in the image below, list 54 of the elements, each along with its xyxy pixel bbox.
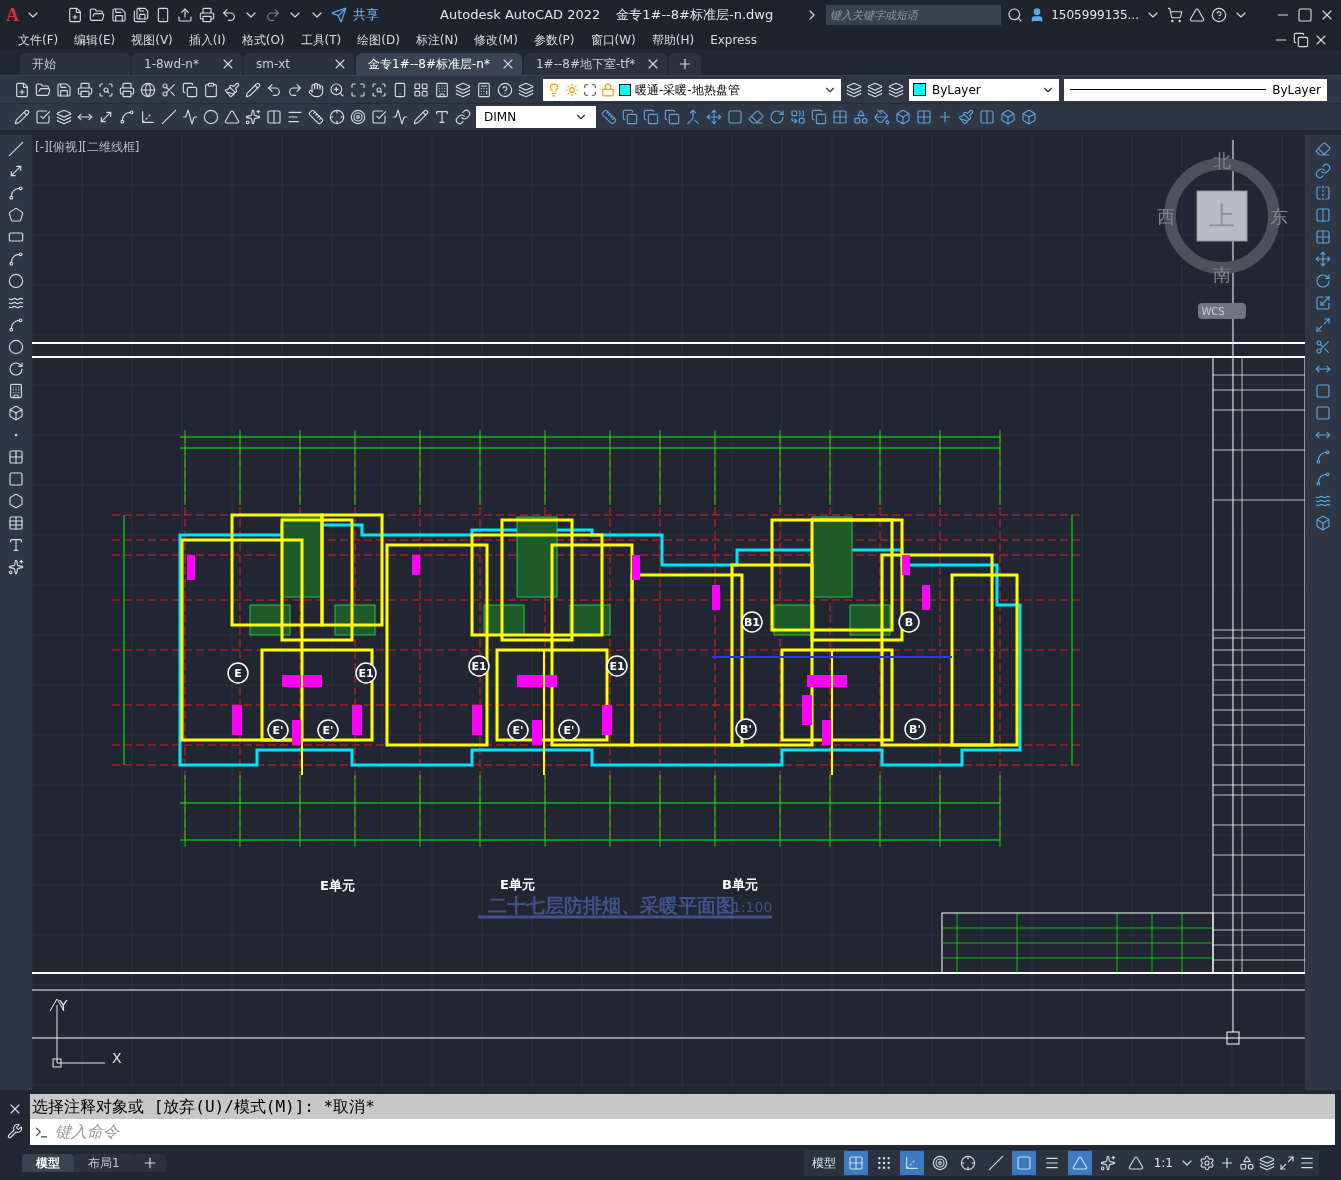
share-link[interactable]: 共享 [353, 5, 379, 25]
unit-label: B单元 [722, 877, 758, 892]
west-label[interactable]: 西 [1157, 206, 1175, 227]
scale-button[interactable]: 1:1 [1151, 1154, 1175, 1172]
menu-item[interactable]: 工具(T) [294, 31, 348, 49]
linetype-dropdown[interactable]: ByLayer [1064, 78, 1327, 101]
menu-item[interactable]: 格式(O) [235, 31, 291, 49]
color-dropdown[interactable]: ByLayer [909, 78, 1059, 101]
axis-marker: E1 [355, 662, 377, 684]
menu-item[interactable]: 编辑(E) [68, 31, 122, 49]
y-axis-label: Y [59, 997, 68, 1013]
command-history: 选择注释对象或 [放弃(U)/模式(M)]: *取消* [30, 1094, 1335, 1119]
user-name[interactable]: 1505999135... [1051, 6, 1139, 24]
unit-label: E单元 [500, 877, 535, 892]
file-name: 金专1#--8#标准层-n.dwg [616, 6, 774, 25]
dimension-style-dropdown[interactable]: DIMN [476, 106, 596, 128]
layout-tab[interactable]: 模型 [22, 1154, 74, 1172]
south-label[interactable]: 南 [1213, 264, 1231, 285]
unit-label: E单元 [320, 878, 355, 893]
menu-item[interactable]: 帮助(H) [645, 31, 701, 49]
menu-item[interactable]: 文件(F) [12, 31, 65, 49]
axis-marker: B [898, 611, 920, 633]
drawing-title: 二十七层防排烟、采暖平面图 [488, 894, 735, 916]
app-title: Autodesk AutoCAD 2022 [440, 6, 601, 25]
axis-marker: E' [267, 719, 289, 741]
menu-item[interactable]: 视图(V) [125, 31, 179, 49]
menu-item[interactable]: 绘图(D) [351, 31, 406, 49]
drawing-scale: 1:100 [732, 899, 773, 915]
menu-item[interactable]: 窗口(W) [584, 31, 642, 49]
axis-marker: E1 [468, 655, 490, 677]
axis-marker: E' [558, 719, 580, 741]
axis-marker: B' [904, 718, 926, 740]
axis-marker: B1 [741, 611, 763, 633]
axis-marker: E [227, 662, 249, 684]
axis-marker: B' [735, 718, 757, 740]
document-tab[interactable]: 金专1#--8#标准层-n* [356, 53, 522, 75]
document-tab[interactable]: sm-xt [244, 53, 354, 75]
x-axis-label: X [112, 1050, 122, 1066]
menu-item[interactable]: 插入(I) [182, 31, 232, 49]
document-tab[interactable]: 开始 [20, 53, 130, 75]
viewport-controls[interactable]: [-][俯视][二维线框] [35, 138, 140, 156]
space-button[interactable]: 模型 [807, 1154, 840, 1172]
menu-item[interactable]: 标注(N) [409, 31, 465, 49]
axis-marker: E' [317, 719, 339, 741]
menu-item[interactable]: 修改(M) [468, 31, 524, 49]
axis-marker: E1 [606, 655, 628, 677]
document-tab[interactable]: 1-8wd-n* [132, 53, 242, 75]
layer-dropdown[interactable]: 暖通-采暖-地热盘管 [543, 78, 841, 101]
menu-item[interactable]: Express [704, 31, 763, 49]
axis-marker: E' [507, 719, 529, 741]
document-tab[interactable]: 1#--8#地下室-tf* [524, 53, 668, 75]
layout-tab[interactable]: 布局1 [74, 1154, 134, 1172]
menu-item[interactable]: 参数(P) [527, 31, 581, 49]
search-field[interactable]: 键入关键字或短语 [826, 5, 1002, 25]
